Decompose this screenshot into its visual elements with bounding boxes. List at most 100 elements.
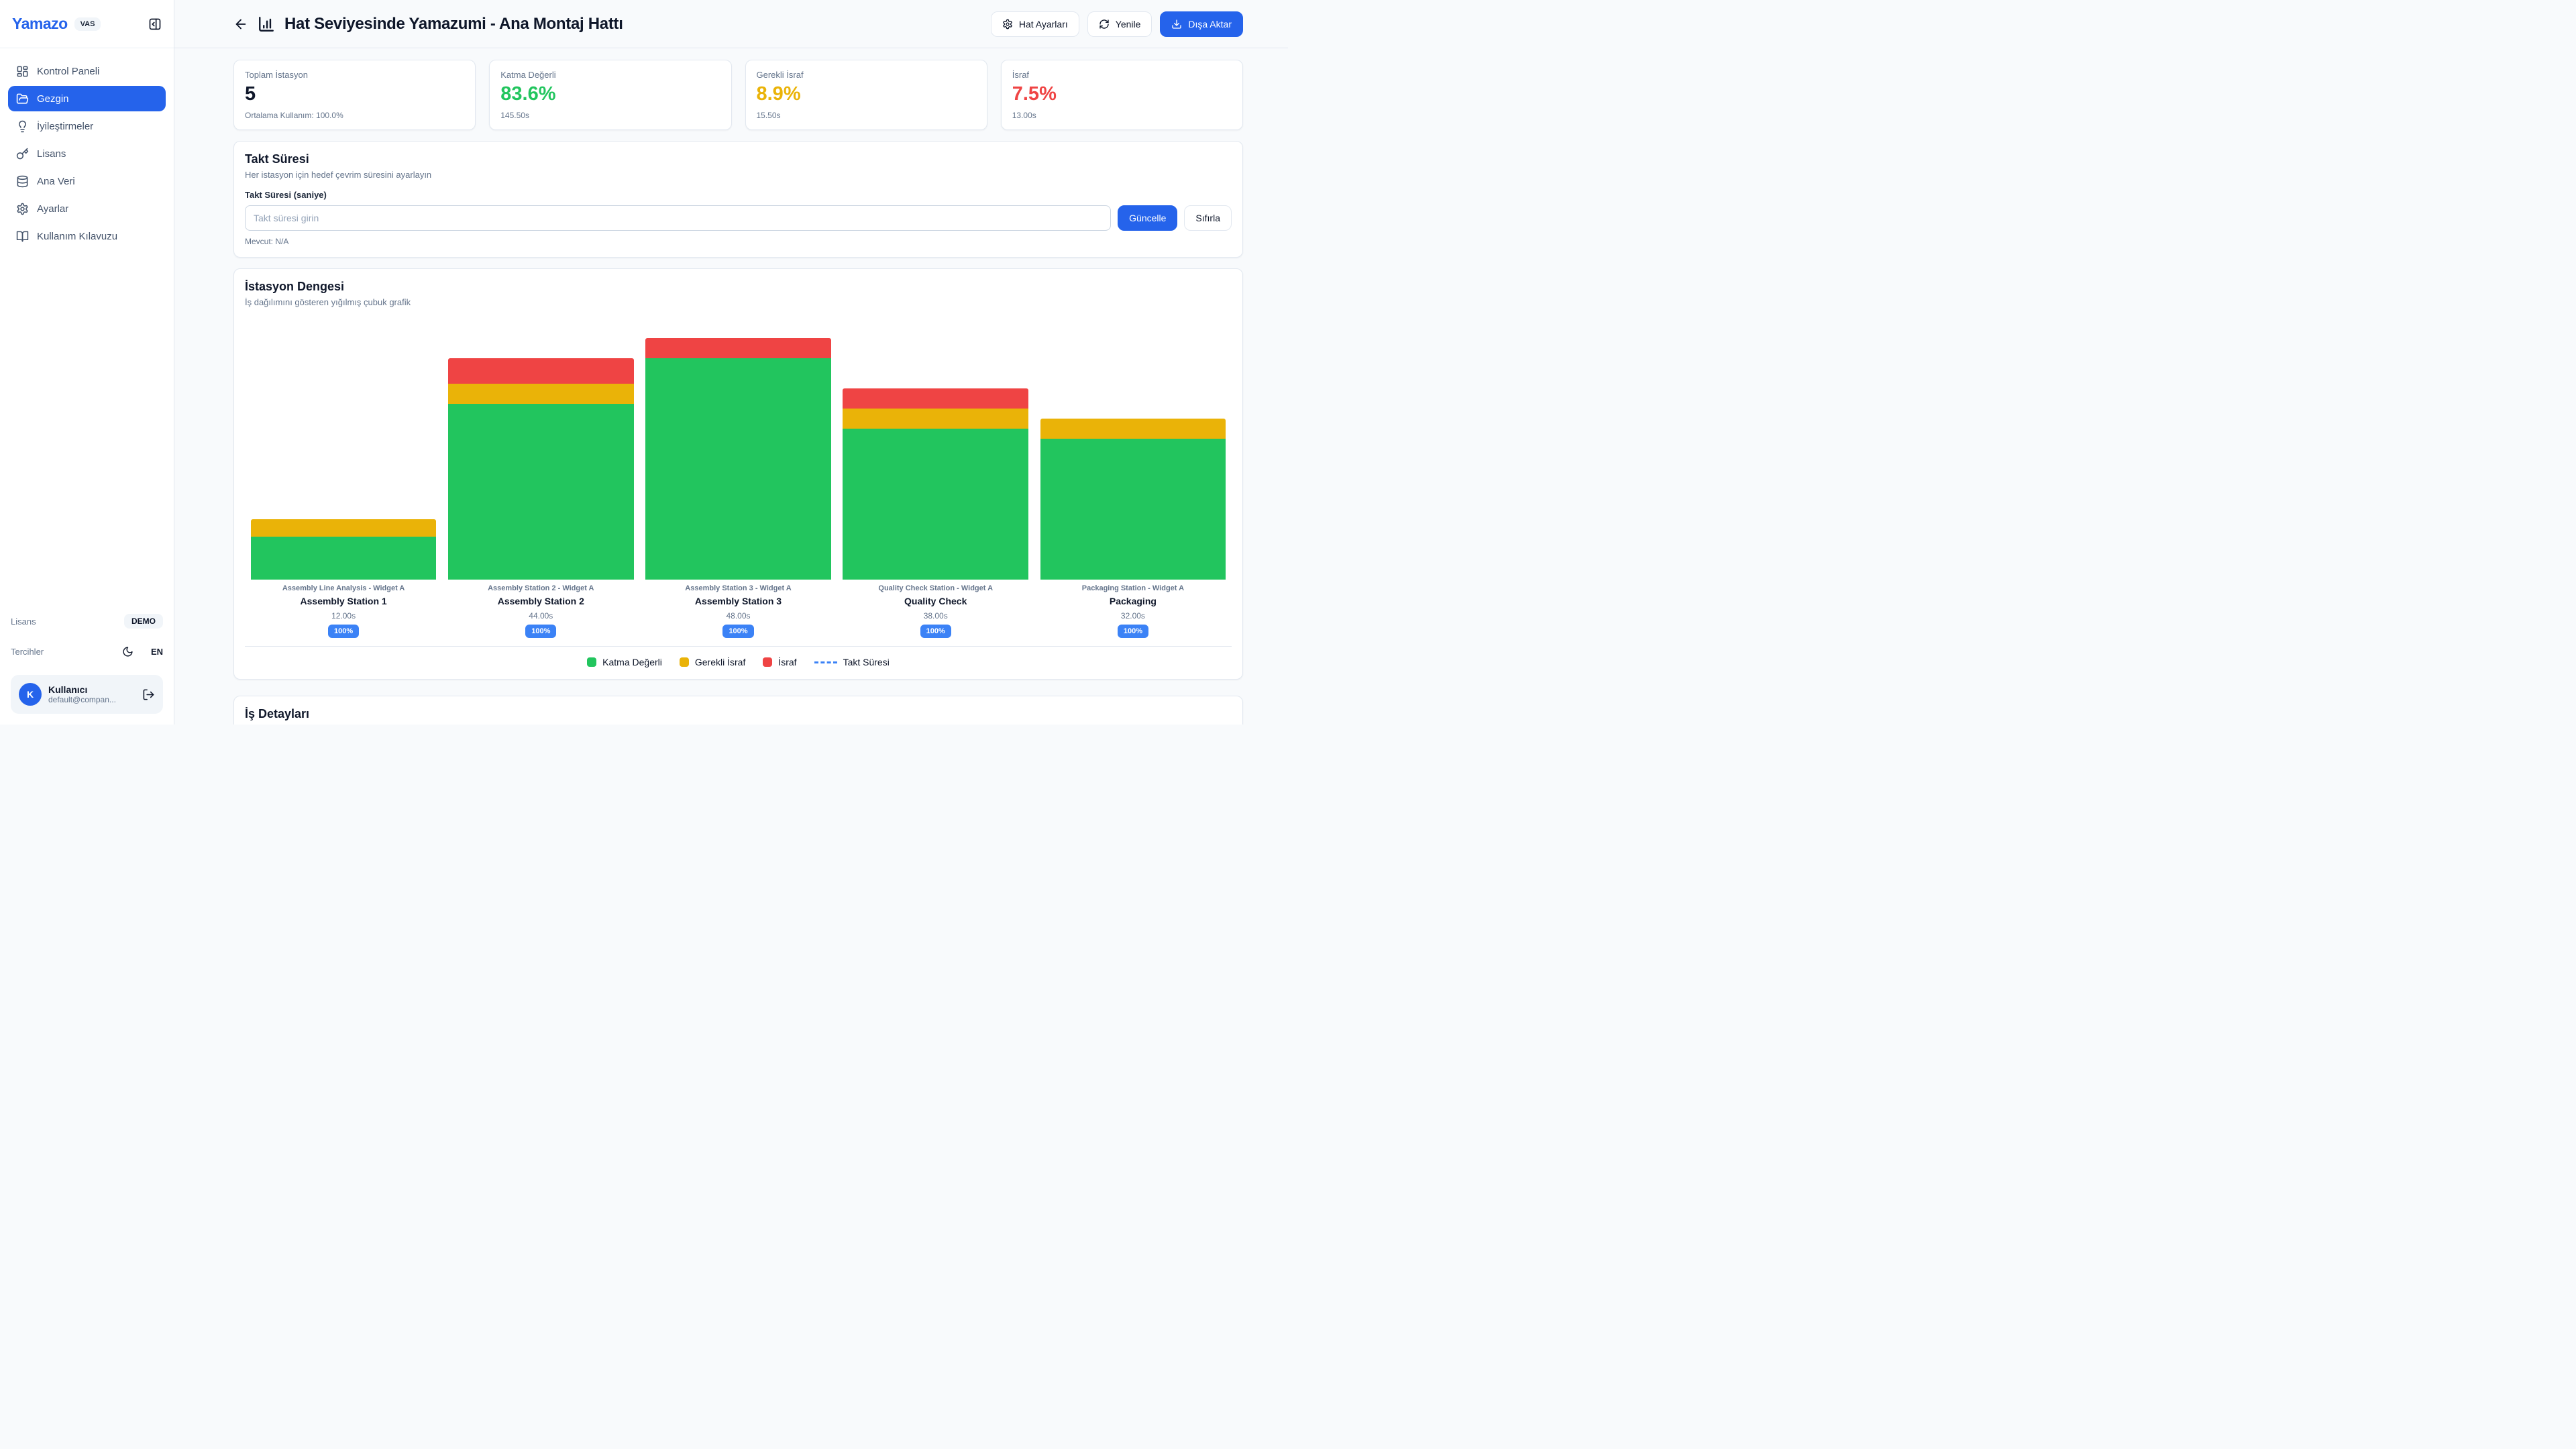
sidebar-collapse-button[interactable] <box>148 17 162 31</box>
takt-subtitle: Her istasyon için hedef çevrim süresini … <box>245 170 1232 180</box>
app-version-badge: VAS <box>74 17 101 31</box>
bar-segment <box>645 338 831 358</box>
bar-column <box>639 313 837 580</box>
stat-label: İsraf <box>1012 70 1232 80</box>
stat-sub: 145.50s <box>500 111 720 120</box>
stat-card: İsraf7.5%13.00s <box>1001 60 1243 130</box>
export-label: Dışa Aktar <box>1188 19 1232 30</box>
refresh-label: Yenile <box>1116 19 1141 30</box>
update-button[interactable]: Güncelle <box>1118 205 1177 231</box>
work-details-card: İş Detayları <box>233 696 1243 724</box>
legend-label: Gerekli İsraf <box>695 657 745 667</box>
bar-segment <box>448 404 634 580</box>
bar-label-group: Assembly Station 2 - Widget AAssembly St… <box>442 580 639 638</box>
utilization-badge: 100% <box>722 625 753 638</box>
legend-label: Katma Değerli <box>602 657 662 667</box>
panel-collapse-icon <box>148 17 162 31</box>
preferences-label: Tercihler <box>11 647 44 657</box>
gear-icon <box>1002 19 1013 30</box>
utilization-badge: 100% <box>525 625 556 638</box>
legend-item: İsraf <box>763 657 796 667</box>
user-card[interactable]: K Kullanıcı default@compan... <box>11 675 163 714</box>
bar-segment <box>251 537 437 580</box>
bar-station-name: Assembly Station 1 <box>301 596 387 606</box>
topbar-actions: Hat Ayarları Yenile Dışa Aktar <box>991 11 1243 37</box>
dashed-line-icon <box>814 661 837 663</box>
sidebar-item-label: İyileştirmeler <box>37 121 93 132</box>
sidebar-item-label: Ana Veri <box>37 176 75 187</box>
user-name: Kullanıcı <box>48 684 136 695</box>
language-toggle-button[interactable]: EN <box>151 647 163 657</box>
sidebar-item-kullanim-kilavuzu[interactable]: Kullanım Kılavuzu <box>8 223 166 249</box>
gear-icon <box>16 203 29 215</box>
bar-label-group: Quality Check Station - Widget AQuality … <box>837 580 1034 638</box>
license-badge: DEMO <box>124 614 163 629</box>
stat-value: 8.9% <box>757 83 976 105</box>
reset-button[interactable]: Sıfırla <box>1184 205 1232 231</box>
sidebar-item-label: Kullanım Kılavuzu <box>37 231 117 242</box>
back-button[interactable] <box>233 17 248 32</box>
lightbulb-icon <box>16 120 29 133</box>
database-icon <box>16 175 29 188</box>
sidebar-item-ayarlar[interactable]: Ayarlar <box>8 196 166 221</box>
sidebar-footer: Lisans DEMO Tercihler EN K Kullanıcı def… <box>0 614 174 724</box>
bar-column <box>245 313 442 580</box>
bar-segment <box>448 358 634 384</box>
line-settings-label: Hat Ayarları <box>1019 19 1068 30</box>
bar-segment <box>843 429 1028 580</box>
takt-card: Takt Süresi Her istasyon için hedef çevr… <box>233 141 1243 258</box>
utilization-badge: 100% <box>1118 625 1148 638</box>
utilization-badge: 100% <box>920 625 951 638</box>
avatar: K <box>19 683 42 706</box>
page-title: Hat Seviyesinde Yamazumi - Ana Montaj Ha… <box>284 15 623 34</box>
chart-subtitle: İş dağılımını gösteren yığılmış çubuk gr… <box>245 297 1232 307</box>
sidebar-item-ana-veri[interactable]: Ana Veri <box>8 168 166 194</box>
bar-station-name: Assembly Station 3 <box>695 596 782 606</box>
refresh-button[interactable]: Yenile <box>1087 11 1152 37</box>
sidebar-item-label: Lisans <box>37 148 66 160</box>
bar-label-group: Packaging Station - Widget APackaging32.… <box>1034 580 1232 638</box>
line-settings-button[interactable]: Hat Ayarları <box>991 11 1079 37</box>
stacked-bar-chart <box>245 313 1232 580</box>
user-email: default@compan... <box>48 695 136 704</box>
stat-sub: Ortalama Kullanım: 100.0% <box>245 111 464 120</box>
sidebar-nav: Kontrol PaneliGezgin İyileştirmeler Lisans… <box>0 48 174 259</box>
bar-segment <box>843 388 1028 409</box>
utilization-badge: 100% <box>328 625 359 638</box>
sidebar-item-gezgin[interactable]: Gezgin <box>8 86 166 111</box>
book-open-icon <box>16 230 29 243</box>
bar-total-time: 48.00s <box>726 611 750 621</box>
logout-button[interactable] <box>142 688 155 701</box>
bar-total-time: 38.00s <box>924 611 948 621</box>
bar-column <box>837 313 1034 580</box>
bar-segment <box>843 409 1028 429</box>
chart-title: İstasyon Dengesi <box>245 280 1232 294</box>
bar-widget-label: Assembly Station 3 - Widget A <box>685 584 791 592</box>
sidebar-item-lisans[interactable]: Lisans <box>8 141 166 166</box>
stat-sub: 15.50s <box>757 111 976 120</box>
stat-card: Toplam İstasyon5Ortalama Kullanım: 100.0… <box>233 60 476 130</box>
stats-row: Toplam İstasyon5Ortalama Kullanım: 100.0… <box>233 60 1243 130</box>
stacked-bar <box>1040 419 1226 580</box>
takt-input[interactable] <box>245 205 1111 231</box>
sidebar-item-kontrol-paneli[interactable]: Kontrol Paneli <box>8 58 166 84</box>
dashboard-icon <box>16 65 29 78</box>
bar-chart-icon <box>258 15 275 33</box>
bar-segment <box>448 384 634 404</box>
bar-label-group: Assembly Station 3 - Widget A Assembly St… <box>639 580 837 638</box>
main: Hat Seviyesinde Yamazumi - Ana Montaj Ha… <box>174 0 1288 724</box>
logout-icon <box>142 688 155 701</box>
stat-sub: 13.00s <box>1012 111 1232 120</box>
sidebar-item-iyilestirmeler[interactable]: İyileştirmeler <box>8 113 166 139</box>
legend-item: Gerekli İsraf <box>680 657 745 667</box>
bar-column <box>442 313 639 580</box>
export-button[interactable]: Dışa Aktar <box>1160 11 1243 37</box>
legend-swatch <box>680 657 689 667</box>
license-row: Lisans DEMO <box>11 614 163 629</box>
takt-input-label: Takt Süresi (saniye) <box>245 190 1232 200</box>
theme-toggle-button[interactable] <box>122 646 133 657</box>
bar-column <box>1034 313 1232 580</box>
folder-open-icon <box>16 93 29 105</box>
bar-segment <box>645 358 831 580</box>
takt-title: Takt Süresi <box>245 152 1232 166</box>
